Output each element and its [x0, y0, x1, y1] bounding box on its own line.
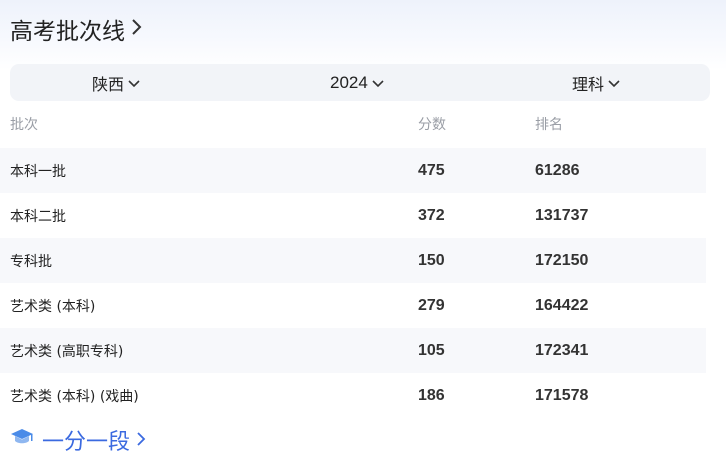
score-distribution-label: 一分一段 [42, 430, 131, 455]
score-cell: 150 [418, 251, 445, 269]
header-batch: 批次 [10, 117, 38, 133]
table-row: 专科批 150 172150 [0, 238, 706, 283]
graduation-cap-icon [10, 427, 34, 453]
chevron-down-icon [608, 73, 620, 92]
rank-cell: 172341 [535, 341, 589, 359]
batch-cell: 专科批 [10, 253, 52, 270]
header-score: 分数 [418, 117, 446, 133]
year-label: 2024 [330, 72, 368, 92]
score-cell: 279 [418, 296, 445, 314]
batch-cell: 艺术类 (本科) [10, 298, 96, 315]
page-title[interactable]: 高考批次线 [10, 12, 143, 46]
batch-cell: 本科二批 [10, 208, 66, 225]
province-label: 陕西 [92, 74, 125, 94]
rank-cell: 131737 [535, 206, 589, 224]
table-body: 本科一批 475 61286 本科二批 372 131737 专科批 150 1… [0, 148, 726, 418]
score-cell: 475 [418, 161, 445, 179]
batch-cell: 艺术类 (本科) (戏曲) [10, 388, 139, 405]
year-dropdown[interactable]: 2024 [330, 73, 384, 93]
chevron-right-icon [136, 428, 146, 453]
score-cell: 372 [418, 206, 445, 224]
page-title-text: 高考批次线 [10, 19, 125, 45]
chevron-right-icon [131, 16, 143, 42]
table-row: 本科二批 372 131737 [0, 193, 706, 238]
score-cell: 186 [418, 386, 445, 404]
batch-cell: 本科一批 [10, 163, 66, 180]
table-header: 批次 分数 排名 [0, 114, 726, 138]
chevron-down-icon [372, 73, 384, 93]
chevron-down-icon [128, 73, 140, 92]
table-row: 艺术类 (本科) 279 164422 [0, 283, 706, 328]
table-row: 艺术类 (本科) (戏曲) 186 171578 [0, 373, 706, 418]
province-dropdown[interactable]: 陕西 [92, 71, 140, 95]
subject-label: 理科 [572, 74, 605, 94]
score-cell: 105 [418, 341, 445, 359]
filter-bar: 陕西 2024 理科 [10, 64, 710, 101]
table-row: 艺术类 (高职专科) 105 172341 [0, 328, 706, 373]
rank-cell: 164422 [535, 296, 589, 314]
score-distribution-link[interactable]: 一分一段 [10, 424, 146, 456]
rank-cell: 172150 [535, 251, 589, 269]
rank-cell: 171578 [535, 386, 589, 404]
rank-cell: 61286 [535, 161, 580, 179]
batch-cell: 艺术类 (高职专科) [10, 343, 124, 360]
table-row: 本科一批 475 61286 [0, 148, 706, 193]
subject-dropdown[interactable]: 理科 [572, 71, 620, 95]
header-rank: 排名 [535, 117, 563, 133]
